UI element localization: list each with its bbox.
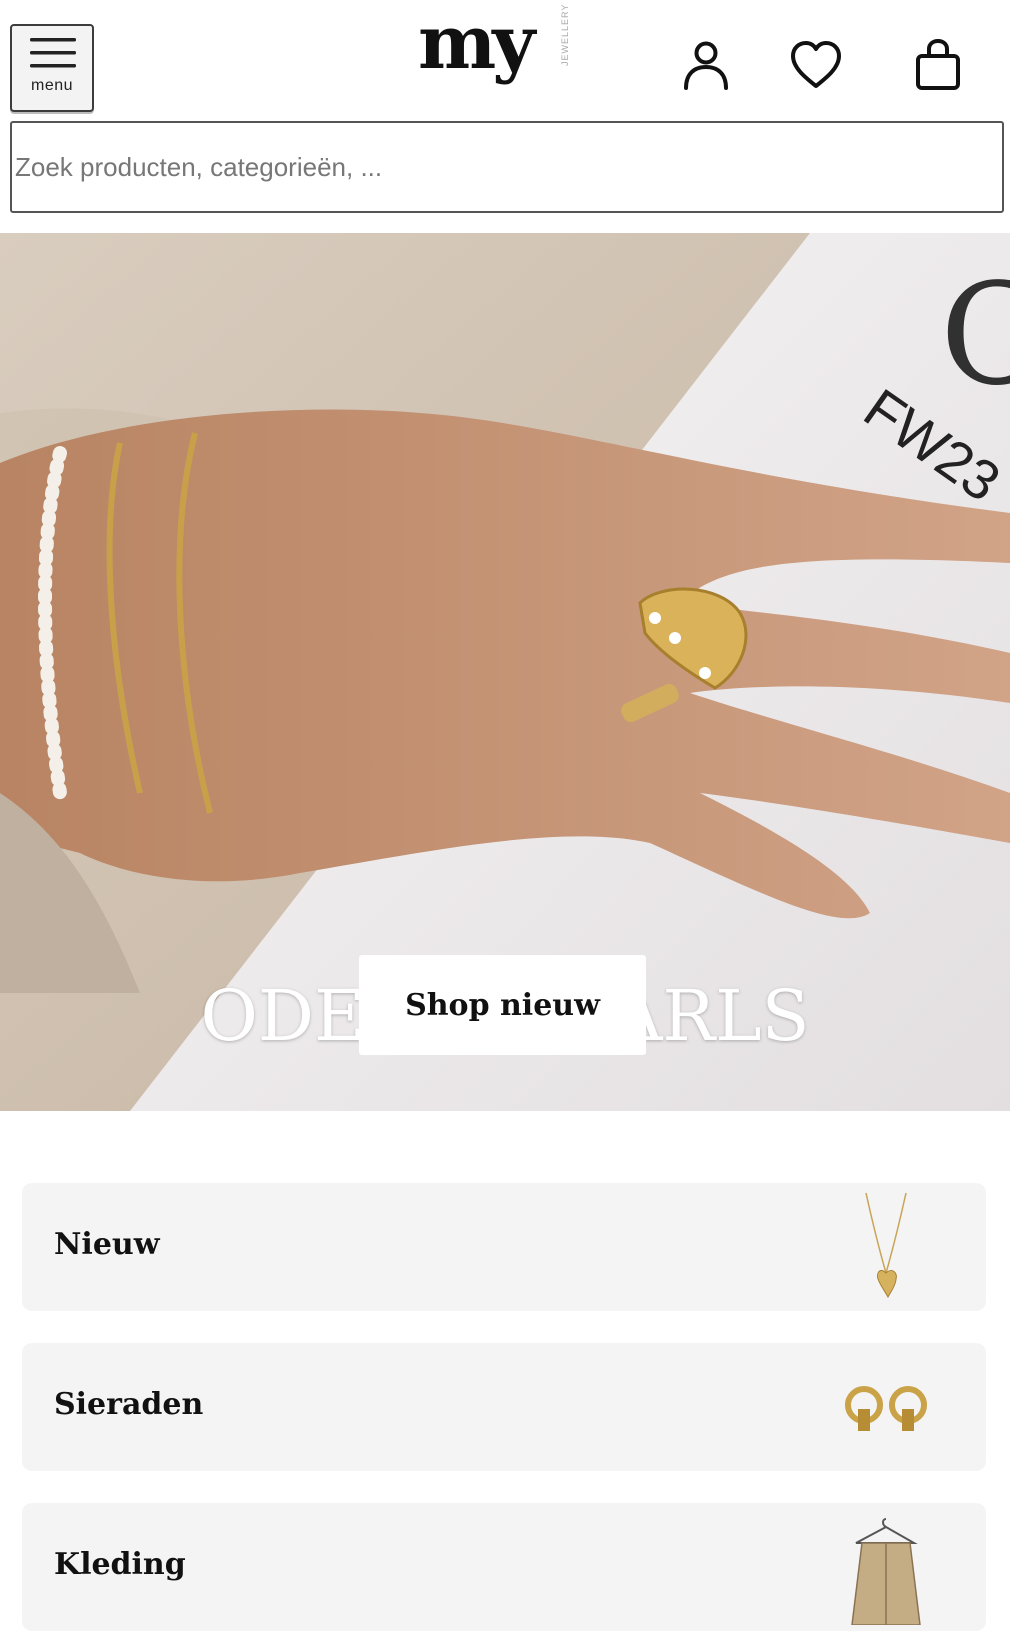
wishlist-heart-icon[interactable] [788, 36, 844, 96]
hamburger-icon [30, 38, 76, 68]
logo-text: my [418, 0, 535, 86]
search-input[interactable] [10, 121, 1004, 213]
shop-new-button[interactable]: Shop nieuw [359, 955, 646, 1055]
category-item-nieuw[interactable]: Nieuw [22, 1183, 986, 1311]
category-label: Kleding [54, 1547, 186, 1582]
shopping-bag-icon[interactable] [910, 36, 966, 96]
svg-text:C: C [940, 254, 1010, 417]
brand-logo[interactable]: my JEWELLERY [418, 0, 588, 112]
logo-subtext: JEWELLERY [560, 3, 570, 66]
earrings-thumbnail-icon [845, 1386, 927, 1431]
category-label: Sieraden [54, 1387, 204, 1422]
menu-button[interactable]: menu [10, 24, 94, 112]
site-header: menu my JEWELLERY [0, 0, 1010, 120]
necklace-thumbnail-icon [865, 1192, 907, 1299]
account-icon[interactable] [678, 36, 734, 96]
jacket-thumbnail-icon [851, 1518, 921, 1625]
category-label: Nieuw [54, 1227, 160, 1262]
menu-label: menu [30, 77, 74, 94]
category-item-sieraden[interactable]: Sieraden [22, 1343, 986, 1471]
category-item-kleding[interactable]: Kleding [22, 1503, 986, 1631]
